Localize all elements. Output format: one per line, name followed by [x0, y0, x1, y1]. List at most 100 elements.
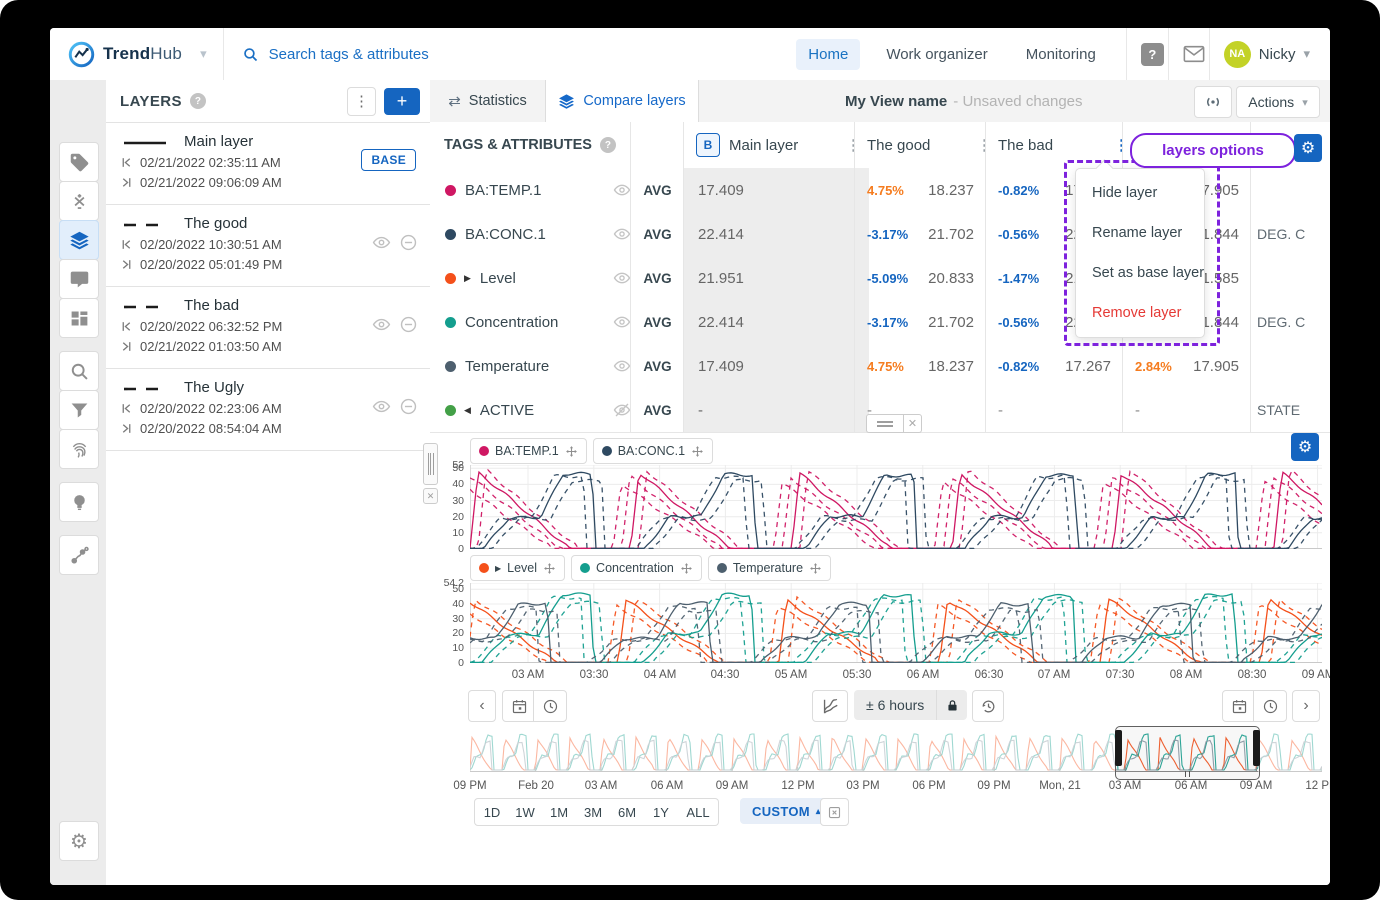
layer-card-main-layer[interactable]: Main layer 02/21/2022 02:35:11 AM 02/21/… — [106, 122, 430, 204]
col-header-main-layer[interactable]: B Main layer ⋮ — [683, 122, 875, 168]
actions-button[interactable]: Actions▾ — [1236, 86, 1320, 118]
move-icon[interactable] — [680, 562, 693, 575]
move-icon[interactable] — [691, 445, 704, 458]
range-1d-button[interactable]: 1D — [474, 798, 510, 826]
rail-lightbulb-button[interactable] — [59, 482, 99, 522]
legend-chip-temperature[interactable]: Temperature — [708, 555, 831, 581]
legend-chip-concentration[interactable]: Concentration — [571, 555, 702, 581]
legend-chip-level[interactable]: ▶Level — [470, 555, 565, 581]
add-layer-button[interactable]: + — [384, 88, 420, 115]
nav-work-organizer[interactable]: Work organizer — [874, 39, 999, 70]
aggregation-cell[interactable]: AVG — [630, 168, 684, 212]
expand-arrow-icon[interactable]: ▶ — [464, 273, 471, 284]
aggregation-cell[interactable]: AVG — [630, 256, 684, 300]
menu-item-set-as-base-layer[interactable]: Set as base layer — [1076, 253, 1204, 293]
panel-resize-grip[interactable] — [423, 443, 438, 485]
eye-off-icon[interactable] — [613, 401, 631, 419]
custom-clear-button[interactable] — [820, 798, 849, 826]
aggregation-cell[interactable]: AVG — [630, 388, 684, 432]
layer-remove-icon[interactable] — [399, 233, 418, 252]
range-6m-button[interactable]: 6M — [610, 798, 645, 826]
start-calendar-button[interactable] — [502, 690, 536, 722]
eye-icon[interactable] — [613, 357, 631, 375]
range-1y-button[interactable]: 1Y — [644, 798, 679, 826]
layer-card-the-ugly[interactable]: The Ugly 02/20/2022 02:23:06 AM 02/20/20… — [106, 368, 430, 451]
layer-remove-icon[interactable] — [399, 315, 418, 334]
eye-icon[interactable] — [613, 181, 631, 199]
start-clock-button[interactable] — [533, 690, 567, 722]
rail-fingerprint-button[interactable] — [59, 429, 99, 469]
aggregation-cell[interactable]: AVG — [630, 300, 684, 344]
splitter-grip[interactable] — [866, 414, 904, 433]
compare-trends-button[interactable] — [812, 690, 848, 722]
brush-grip[interactable] — [1116, 770, 1259, 778]
pan-left-button[interactable]: ‹ — [468, 690, 496, 722]
chart-settings-gear-button[interactable]: ⚙ — [1291, 433, 1319, 461]
end-calendar-button[interactable] — [1222, 690, 1256, 722]
end-clock-button[interactable] — [1253, 690, 1287, 722]
lock-icon[interactable] — [936, 690, 967, 720]
nav-monitoring[interactable]: Monitoring — [1014, 39, 1108, 70]
menu-item-remove-layer[interactable]: Remove layer — [1076, 293, 1204, 333]
nav-home[interactable]: Home — [796, 39, 860, 70]
layer-card-the-good[interactable]: The good 02/20/2022 10:30:51 AM 02/20/20… — [106, 204, 430, 286]
range-1w-button[interactable]: 1W — [508, 798, 543, 826]
splitter-close-icon[interactable]: ✕ — [904, 414, 922, 433]
range-1m-button[interactable]: 1M — [542, 798, 577, 826]
rail-operations-button[interactable] — [59, 181, 99, 221]
rail-layers-button[interactable] — [59, 220, 99, 260]
overview-brush[interactable] — [1115, 726, 1260, 780]
tab-compare-layers[interactable]: Compare layers — [545, 80, 699, 123]
legend-chip-ba-conc-1[interactable]: BA:CONC.1 — [593, 438, 713, 464]
rail-search-button[interactable] — [59, 351, 99, 391]
layer-card-the-bad[interactable]: The bad 02/20/2022 06:32:52 PM 02/21/202… — [106, 286, 430, 368]
tab-statistics[interactable]: ⇄ Statistics — [430, 80, 545, 122]
table-settings-gear-button[interactable]: ⚙ — [1294, 134, 1322, 162]
menu-item-hide-layer[interactable]: Hide layer — [1076, 173, 1204, 213]
move-icon[interactable] — [565, 445, 578, 458]
range-all-button[interactable]: ALL — [678, 798, 719, 826]
table-row-temperature[interactable]: Temperature AVG 17.409 4.75%18.237 -0.82… — [430, 344, 1330, 389]
rail-settings-button[interactable]: ⚙ — [59, 821, 99, 861]
layer-visibility-eye-icon[interactable] — [372, 233, 391, 252]
panel-collapse-close-icon[interactable]: ✕ — [423, 488, 438, 504]
aggregation-cell[interactable]: AVG — [630, 344, 684, 388]
aggregation-cell[interactable]: AVG — [630, 212, 684, 256]
rail-dashboard-button[interactable] — [59, 298, 99, 338]
expand-arrow-icon[interactable]: ◀ — [464, 405, 471, 416]
menu-item-rename-layer[interactable]: Rename layer — [1076, 213, 1204, 253]
search-input[interactable]: Search tags & attributes — [242, 46, 429, 63]
tags-help-icon[interactable]: ? — [600, 137, 616, 153]
help-button[interactable]: ? — [1141, 43, 1164, 66]
range-custom-button[interactable]: CUSTOM▴ — [740, 798, 833, 824]
pan-right-button[interactable]: › — [1292, 690, 1320, 722]
move-icon[interactable] — [809, 562, 822, 575]
range-3m-button[interactable]: 3M — [576, 798, 611, 826]
rail-tag-button[interactable] — [59, 142, 99, 182]
history-button[interactable] — [972, 690, 1004, 722]
eye-icon[interactable] — [613, 225, 631, 243]
brand-caret-icon[interactable]: ▾ — [200, 46, 207, 62]
brush-handle-right[interactable] — [1253, 730, 1260, 766]
rail-comments-button[interactable] — [59, 259, 99, 299]
move-icon[interactable] — [543, 562, 556, 575]
rail-node-graph-button[interactable] — [59, 535, 99, 575]
col-header-the-bad[interactable]: The bad ⋮ — [985, 122, 1143, 168]
eye-icon[interactable] — [613, 313, 631, 331]
panel-collapse-handle[interactable]: ✕ — [423, 443, 438, 504]
layers-help-icon[interactable]: ? — [190, 93, 206, 109]
layer-visibility-eye-icon[interactable] — [372, 397, 391, 416]
eye-icon[interactable] — [613, 269, 631, 287]
time-span-chip[interactable]: ± 6 hours — [854, 690, 967, 720]
col-header-the-good[interactable]: The good ⋮ — [854, 122, 1006, 168]
pane-splitter[interactable]: ✕ — [866, 414, 922, 433]
messages-button[interactable] — [1183, 45, 1205, 63]
lower-chart-plot[interactable] — [470, 583, 1322, 663]
live-mode-button[interactable] — [1194, 86, 1232, 118]
legend-chip-ba-temp-1[interactable]: BA:TEMP.1 — [470, 438, 587, 464]
brand-logo[interactable]: TrendHub ▾ — [50, 41, 207, 68]
upper-chart-plot[interactable] — [470, 465, 1322, 549]
layer-remove-icon[interactable] — [399, 397, 418, 416]
layers-menu-button[interactable]: ⋮ — [347, 87, 376, 116]
layer-visibility-eye-icon[interactable] — [372, 315, 391, 334]
